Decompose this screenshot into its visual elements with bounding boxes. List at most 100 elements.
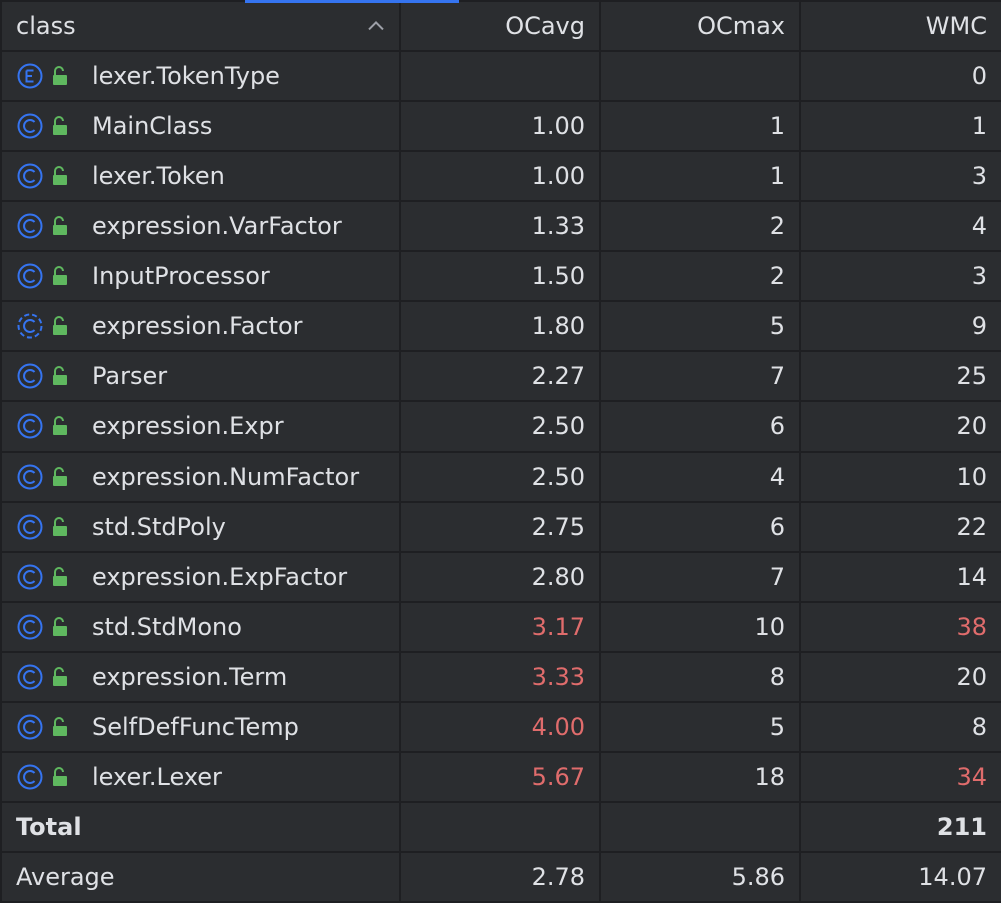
- wmc-cell: 25: [799, 350, 1001, 403]
- class-name-cell[interactable]: lexer.Lexer: [0, 750, 401, 804]
- class-name-cell[interactable]: std.StdMono: [0, 600, 401, 653]
- total-ocavg: [399, 801, 601, 853]
- table-row[interactable]: SelfDefFuncTemp 4.00 5 8: [0, 700, 1001, 753]
- ocmax-cell: 8: [599, 650, 801, 703]
- unlocked-padlock-icon: [53, 666, 67, 686]
- unlocked-padlock-icon: [53, 366, 67, 386]
- ocavg-cell: 2.50: [399, 400, 601, 453]
- table-row[interactable]: expression.Expr 2.50 6 20: [0, 400, 1001, 453]
- table-row[interactable]: std.StdPoly 2.75 6 22: [0, 500, 1001, 553]
- class-name-cell[interactable]: lexer.Token: [0, 150, 401, 203]
- table-row[interactable]: std.StdMono 3.17 10 38: [0, 600, 1001, 653]
- unlocked-padlock-icon: [53, 116, 67, 136]
- unlocked-padlock-icon: [53, 766, 67, 786]
- ocavg-cell: 1.00: [399, 150, 601, 203]
- enum-icon: [17, 63, 43, 89]
- class-name-cell[interactable]: std.StdPoly: [0, 500, 401, 553]
- class-name-cell[interactable]: expression.NumFactor: [0, 450, 401, 503]
- ocavg-cell: 1.50: [399, 250, 601, 303]
- class-name-cell[interactable]: expression.Expr: [0, 400, 401, 453]
- unlocked-padlock-icon: [53, 66, 67, 86]
- column-header-ocavg[interactable]: OCavg: [399, 0, 601, 52]
- class-icon: [17, 714, 43, 740]
- wmc-cell: 1: [799, 100, 1001, 153]
- total-wmc: 211: [799, 801, 1001, 853]
- column-header-class-label: class: [16, 12, 76, 40]
- table-row[interactable]: lexer.Lexer 5.67 18 34: [0, 750, 1001, 804]
- table-row[interactable]: expression.Term 3.33 8 20: [0, 650, 1001, 703]
- class-name-cell[interactable]: InputProcessor: [0, 250, 401, 303]
- table-body: lexer.TokenType 0 MainClass 1.00 1 1 lexer.Tok…: [0, 49, 1001, 804]
- ocavg-cell: 3.33: [399, 650, 601, 703]
- chevron-up-icon[interactable]: [367, 19, 385, 31]
- class-name-cell[interactable]: lexer.TokenType: [0, 49, 401, 103]
- ocmax-cell: 1: [599, 150, 801, 203]
- class-name: expression.Expr: [92, 412, 284, 441]
- class-name: lexer.TokenType: [92, 62, 280, 91]
- class-name: MainClass: [92, 112, 213, 141]
- class-name-cell[interactable]: SelfDefFuncTemp: [0, 700, 401, 753]
- class-name-cell[interactable]: expression.Factor: [0, 300, 401, 353]
- wmc-cell: 20: [799, 650, 1001, 703]
- table-row[interactable]: expression.ExpFactor 2.80 7 14: [0, 550, 1001, 603]
- average-row[interactable]: Average 2.78 5.86 14.07: [0, 851, 1001, 903]
- average-label: Average: [0, 851, 401, 903]
- table-row[interactable]: expression.NumFactor 2.50 4 10: [0, 450, 1001, 503]
- table-row[interactable]: lexer.Token 1.00 1 3: [0, 150, 1001, 203]
- class-name-cell[interactable]: MainClass: [0, 100, 401, 153]
- table-row[interactable]: expression.VarFactor 1.33 2 4: [0, 200, 1001, 253]
- class-name: lexer.Token: [92, 162, 225, 191]
- ocavg-cell: 2.50: [399, 450, 601, 503]
- table-row[interactable]: Parser 2.27 7 25: [0, 350, 1001, 403]
- class-name-cell[interactable]: expression.ExpFactor: [0, 550, 401, 603]
- unlocked-padlock-icon: [53, 516, 67, 536]
- class-name-cell[interactable]: expression.VarFactor: [0, 200, 401, 253]
- unlocked-padlock-icon: [53, 716, 67, 736]
- ocmax-cell: [599, 49, 801, 103]
- unlocked-padlock-icon: [53, 316, 67, 336]
- ocavg-cell: 2.80: [399, 550, 601, 603]
- ocavg-cell: 3.17: [399, 600, 601, 653]
- class-icon: [17, 514, 43, 540]
- wmc-cell: 4: [799, 200, 1001, 253]
- unlocked-padlock-icon: [53, 216, 67, 236]
- ocavg-cell: 1.80: [399, 300, 601, 353]
- ocmax-cell: 10: [599, 600, 801, 653]
- table-row[interactable]: lexer.TokenType 0: [0, 49, 1001, 103]
- class-icon: [17, 363, 43, 389]
- class-name-cell[interactable]: expression.Term: [0, 650, 401, 703]
- unlocked-padlock-icon: [53, 616, 67, 636]
- total-label: Total: [0, 801, 401, 853]
- table-row[interactable]: expression.Factor 1.80 5 9: [0, 300, 1001, 353]
- class-icon: [17, 564, 43, 590]
- column-header-ocmax[interactable]: OCmax: [599, 0, 801, 52]
- class-icon: [17, 664, 43, 690]
- average-wmc: 14.07: [799, 851, 1001, 903]
- class-name: SelfDefFuncTemp: [92, 712, 299, 741]
- table-row[interactable]: MainClass 1.00 1 1: [0, 100, 1001, 153]
- ocmax-cell: 6: [599, 500, 801, 553]
- class-name: std.StdPoly: [92, 512, 226, 541]
- class-name-cell[interactable]: Parser: [0, 350, 401, 403]
- class-name: expression.ExpFactor: [92, 562, 348, 591]
- unlocked-padlock-icon: [53, 466, 67, 486]
- column-header-class[interactable]: class: [0, 0, 401, 52]
- ocmax-cell: 5: [599, 700, 801, 753]
- class-name: expression.Factor: [92, 312, 303, 341]
- ocmax-cell: 1: [599, 100, 801, 153]
- ocmax-cell: 2: [599, 200, 801, 253]
- wmc-cell: 22: [799, 500, 1001, 553]
- wmc-cell: 14: [799, 550, 1001, 603]
- class-icon: [17, 213, 43, 239]
- total-row[interactable]: Total 211: [0, 801, 1001, 853]
- ocavg-cell: 1.33: [399, 200, 601, 253]
- wmc-cell: 10: [799, 450, 1001, 503]
- column-header-wmc[interactable]: WMC: [799, 0, 1001, 52]
- ocavg-cell: 1.00: [399, 100, 601, 153]
- total-ocmax: [599, 801, 801, 853]
- unlocked-padlock-icon: [53, 266, 67, 286]
- table-row[interactable]: InputProcessor 1.50 2 3: [0, 250, 1001, 303]
- ocavg-cell: 4.00: [399, 700, 601, 753]
- class-metrics-table: class OCavg OCmax WMC lexer.TokenType 0 Ma…: [0, 0, 1001, 903]
- class-name: std.StdMono: [92, 612, 242, 641]
